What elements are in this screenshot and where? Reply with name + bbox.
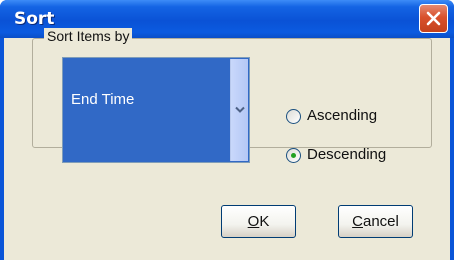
- groupbox-legend: Sort Items by: [44, 28, 133, 44]
- cancel-mnemonic: C: [352, 213, 363, 230]
- ok-button[interactable]: OK: [221, 205, 296, 238]
- ascending-label[interactable]: Ascending: [307, 107, 377, 124]
- sort-field-dropdown-button[interactable]: [230, 59, 248, 161]
- descending-label[interactable]: Descending: [307, 146, 386, 163]
- radio-circle[interactable]: [286, 109, 301, 124]
- dialog-title: Sort: [14, 9, 55, 29]
- cancel-button[interactable]: Cancel: [338, 205, 413, 238]
- sort-field-select[interactable]: End Time: [62, 57, 250, 163]
- radio-selected-dot: [291, 153, 296, 158]
- ok-label-rest: K: [259, 213, 270, 230]
- chevron-down-icon: [235, 106, 245, 113]
- ok-mnemonic: O: [247, 213, 260, 230]
- sort-field-value: End Time: [71, 91, 135, 108]
- close-x-icon: [426, 11, 441, 26]
- close-button[interactable]: [419, 4, 448, 33]
- radio-circle[interactable]: [286, 148, 301, 163]
- cancel-label-rest: ancel: [362, 213, 399, 230]
